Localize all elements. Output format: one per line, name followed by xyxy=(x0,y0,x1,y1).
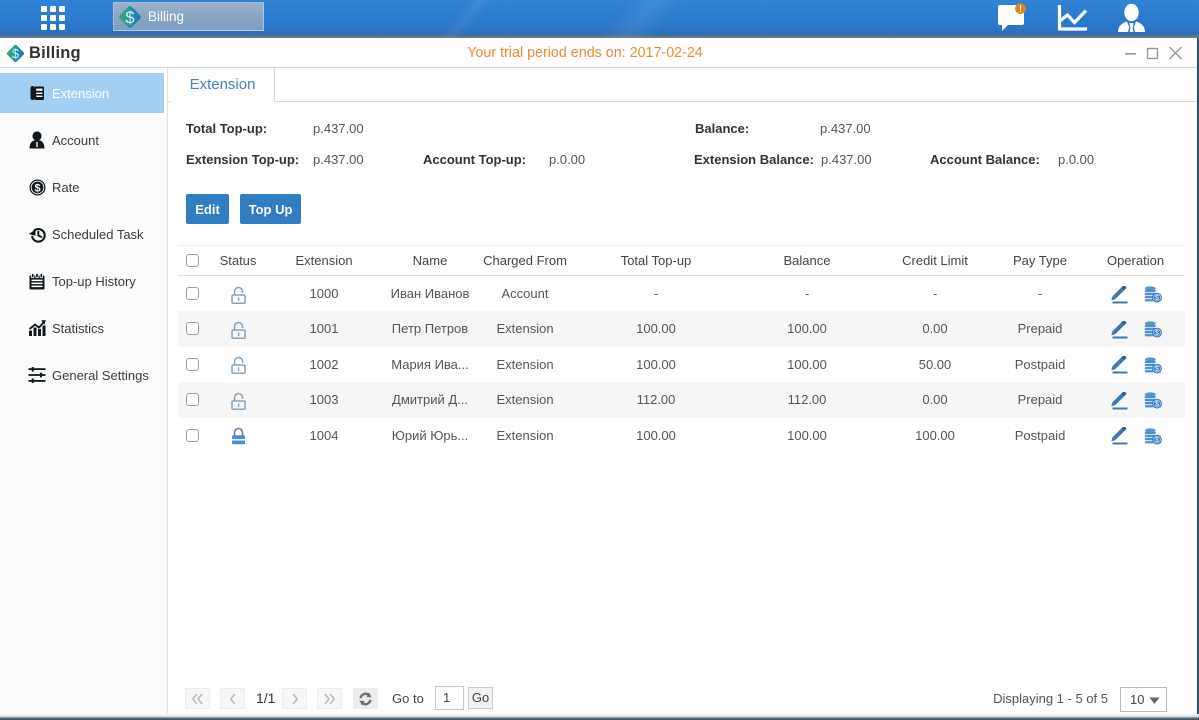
svg-text:$: $ xyxy=(125,9,134,27)
svg-text:$: $ xyxy=(1155,437,1159,444)
svg-text:$: $ xyxy=(1155,401,1159,408)
svg-text:!: ! xyxy=(1019,4,1022,15)
svg-text:$: $ xyxy=(1155,331,1159,338)
svg-text:$: $ xyxy=(1155,366,1159,373)
svg-text:$: $ xyxy=(34,182,40,194)
svg-text:$: $ xyxy=(1155,295,1159,302)
